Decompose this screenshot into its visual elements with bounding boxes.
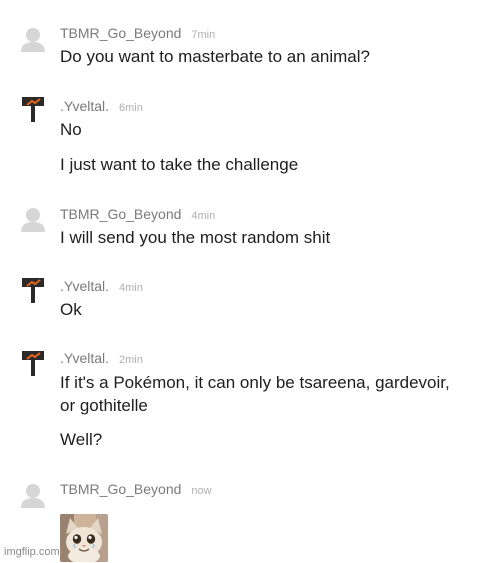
- crying-cat-sticker[interactable]: [60, 514, 108, 562]
- timestamp: 6min: [119, 102, 143, 114]
- message-header: .Yveltal. 2min: [60, 350, 143, 368]
- message-header: .Yveltal. 4min: [60, 278, 143, 296]
- message-text: No: [60, 120, 82, 139]
- message-text: I just want to take the challenge: [60, 155, 299, 174]
- timestamp: 7min: [191, 29, 216, 41]
- hammer-avatar-icon[interactable]: [20, 277, 46, 303]
- timestamp: 2min: [119, 354, 143, 366]
- message-header: TBMR_Go_Beyond 4min: [60, 206, 215, 224]
- message-header: TBMR_Go_Beyond now: [60, 481, 212, 499]
- username[interactable]: TBMR_Go_Beyond: [60, 25, 181, 41]
- username[interactable]: TBMR_Go_Beyond: [60, 481, 181, 497]
- username[interactable]: .Yveltal.: [60, 98, 109, 114]
- username[interactable]: .Yveltal.: [60, 350, 109, 366]
- default-avatar-icon[interactable]: [20, 26, 46, 52]
- message-text: Well?: [60, 430, 103, 449]
- timestamp: now: [191, 485, 212, 497]
- message-header: TBMR_Go_Beyond 7min: [60, 25, 215, 43]
- message-text: Ok: [60, 300, 82, 319]
- timestamp: 4min: [191, 210, 216, 222]
- message-text: Do you want to masterbate to an animal?: [60, 47, 370, 66]
- watermark: imgflip.com: [4, 546, 60, 558]
- message-text: or gothitelle: [60, 396, 148, 415]
- timestamp: 4min: [119, 282, 143, 294]
- hammer-avatar-icon[interactable]: [20, 350, 46, 376]
- message-header: .Yveltal. 6min: [60, 98, 143, 116]
- default-avatar-icon[interactable]: [20, 206, 46, 232]
- username[interactable]: TBMR_Go_Beyond: [60, 206, 181, 222]
- message-text: If it's a Pokémon, it can only be tsaree…: [60, 373, 450, 392]
- message-text: I will send you the most random shit: [60, 228, 331, 247]
- username[interactable]: .Yveltal.: [60, 278, 109, 294]
- hammer-avatar-icon[interactable]: [20, 96, 46, 122]
- default-avatar-icon[interactable]: [20, 482, 46, 508]
